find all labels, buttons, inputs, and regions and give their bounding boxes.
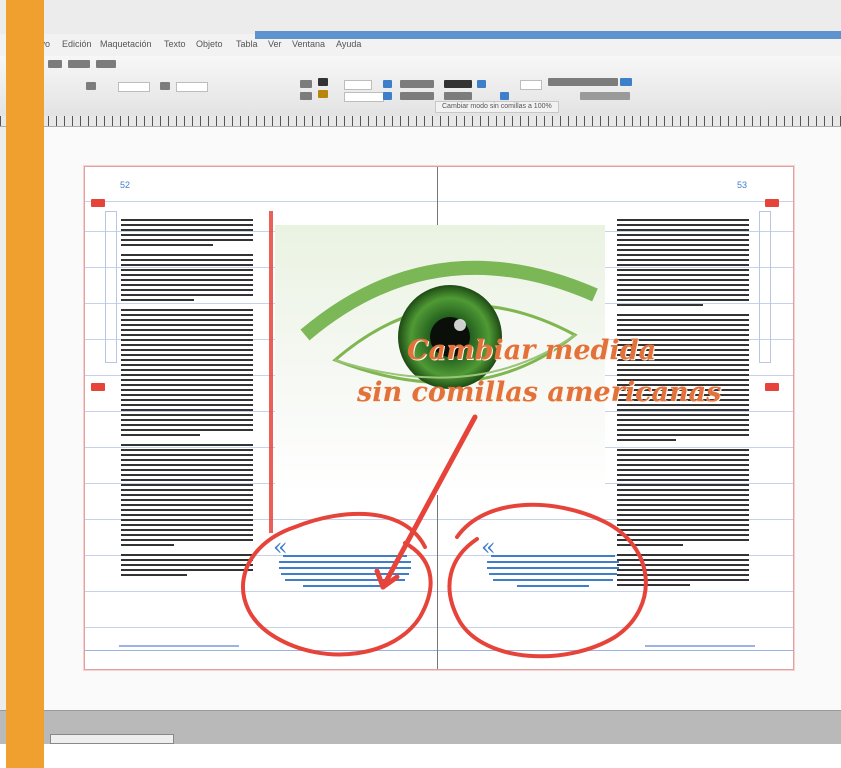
screen-mode-button[interactable] bbox=[96, 60, 116, 68]
left-pull-quote[interactable] bbox=[275, 555, 415, 591]
control-toolbar: Cambiar modo sin comillas a 100% bbox=[0, 56, 841, 117]
bottom-margin-guide bbox=[85, 650, 793, 651]
menu-item-edicion[interactable]: Edición bbox=[62, 39, 92, 49]
align-button[interactable] bbox=[160, 82, 170, 90]
effects-icon[interactable] bbox=[383, 92, 392, 100]
center-content-icon[interactable] bbox=[500, 92, 509, 100]
left-footer-line bbox=[119, 645, 239, 647]
view-mode-button[interactable] bbox=[48, 60, 62, 68]
menu-item-texto[interactable]: Texto bbox=[164, 39, 186, 49]
menu-item-objeto[interactable]: Objeto bbox=[196, 39, 223, 49]
red-marker bbox=[91, 199, 105, 207]
annotation-bar bbox=[269, 211, 273, 533]
flip-vertical-button[interactable] bbox=[300, 92, 312, 100]
right-pull-quote[interactable] bbox=[483, 555, 623, 591]
left-page-number: 52 bbox=[120, 180, 131, 190]
fit-frame-icon[interactable] bbox=[477, 80, 486, 88]
fit-content-button[interactable] bbox=[444, 92, 472, 100]
orange-side-strip bbox=[6, 0, 44, 768]
red-marker bbox=[765, 383, 779, 391]
line-number-strip bbox=[105, 211, 117, 363]
menu-item-tabla[interactable]: Tabla bbox=[236, 39, 258, 49]
flip-horizontal-button[interactable] bbox=[300, 80, 312, 88]
column-field[interactable] bbox=[520, 80, 542, 90]
headline-line-1[interactable]: Cambiar medida bbox=[407, 335, 656, 366]
opacity-icon[interactable] bbox=[383, 80, 392, 88]
menu-item-ayuda[interactable]: Ayuda bbox=[336, 39, 361, 49]
y-field[interactable] bbox=[176, 82, 208, 92]
zoom-button[interactable] bbox=[68, 60, 90, 68]
status-bar bbox=[0, 710, 841, 745]
document-tab[interactable]: Cambiar modo sin comillas a 100% bbox=[435, 101, 559, 113]
red-marker bbox=[765, 199, 779, 207]
text-wrap-button[interactable] bbox=[400, 92, 434, 100]
line-number-strip bbox=[759, 211, 771, 363]
reference-point-button[interactable] bbox=[86, 82, 96, 90]
page-field[interactable] bbox=[50, 734, 174, 744]
panel-menu-button[interactable] bbox=[580, 92, 630, 100]
menu-item-ver[interactable]: Ver bbox=[268, 39, 282, 49]
bottom-margin bbox=[0, 744, 841, 768]
menu-item-ventana[interactable]: Ventana bbox=[292, 39, 325, 49]
quick-apply-icon[interactable] bbox=[620, 78, 632, 86]
left-text-column[interactable] bbox=[121, 219, 253, 579]
baseline-grid bbox=[85, 627, 793, 628]
frame-fitting-button[interactable] bbox=[444, 80, 472, 88]
headline-line-2[interactable]: sin comillas americanas bbox=[357, 377, 721, 408]
corner-options-button[interactable] bbox=[400, 80, 434, 88]
horizontal-scrollbar[interactable] bbox=[255, 31, 841, 39]
horizontal-ruler[interactable] bbox=[0, 116, 841, 127]
baseline-grid bbox=[85, 591, 793, 592]
style-select[interactable] bbox=[548, 78, 618, 86]
menu-item-maquetacion[interactable]: Maquetación bbox=[100, 39, 152, 49]
fill-swatch[interactable] bbox=[318, 90, 328, 98]
red-marker bbox=[91, 383, 105, 391]
stroke-type-field[interactable] bbox=[344, 92, 384, 102]
right-footer-line bbox=[645, 645, 755, 647]
page-spread: 52 53 Cambiar medida sin comillas americ… bbox=[84, 166, 794, 670]
baseline-grid bbox=[85, 201, 793, 202]
stroke-weight-field[interactable] bbox=[344, 80, 372, 90]
x-field[interactable] bbox=[118, 82, 150, 92]
right-page-number: 53 bbox=[737, 180, 748, 190]
stroke-swatch[interactable] bbox=[318, 78, 328, 86]
